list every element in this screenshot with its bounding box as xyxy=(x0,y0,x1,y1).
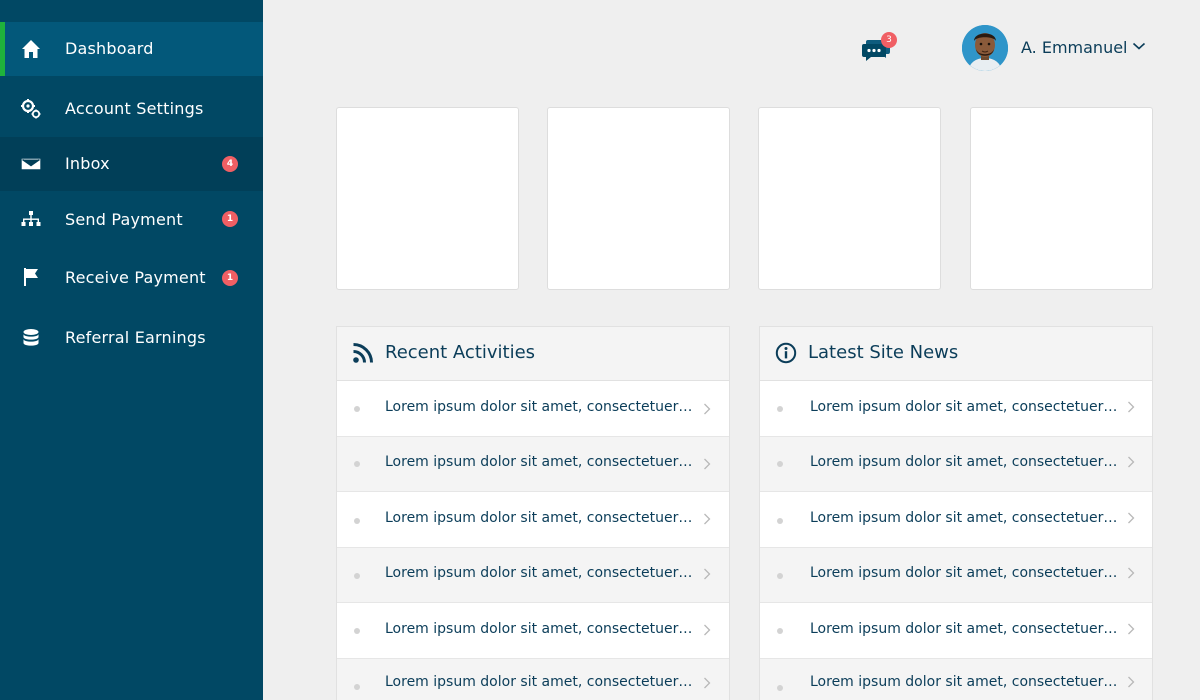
list-item[interactable]: Lorem ipsum dolor sit amet, consectetuer… xyxy=(760,548,1152,603)
chevron-right-icon xyxy=(704,513,711,525)
chevron-right-icon xyxy=(704,403,711,415)
messages-button[interactable]: 3 xyxy=(862,32,897,64)
list-item[interactable]: Lorem ipsum dolor sit amet, consectetuer… xyxy=(760,437,1152,492)
bullet xyxy=(354,406,360,412)
bullet xyxy=(777,518,783,524)
stat-card xyxy=(970,107,1153,290)
list-item[interactable]: Lorem ipsum dolor sit amet, consectetuer… xyxy=(760,659,1152,700)
sidebar-item-send-payment[interactable]: Send Payment 1 xyxy=(0,192,263,247)
bullet xyxy=(777,685,783,691)
list-item-text: Lorem ipsum dolor sit amet, consectetuer… xyxy=(385,621,695,637)
list-item-text: Lorem ipsum dolor sit amet, consectetuer… xyxy=(385,510,695,526)
list-item[interactable]: Lorem ipsum dolor sit amet, consectetuer… xyxy=(337,492,729,548)
recent-activities-panel: Recent Activities Lorem ipsum dolor sit … xyxy=(336,326,730,700)
list-item[interactable]: Lorem ipsum dolor sit amet, consectetuer… xyxy=(337,381,729,437)
sidebar-item-inbox[interactable]: Inbox 4 xyxy=(0,137,263,191)
stat-card xyxy=(758,107,941,290)
bullet xyxy=(777,573,783,579)
list-item[interactable]: Lorem ipsum dolor sit amet, consectetuer… xyxy=(760,603,1152,659)
sidebar-item-label: Dashboard xyxy=(65,39,154,58)
messages-count-badge: 3 xyxy=(881,32,897,48)
sidebar-item-label: Referral Earnings xyxy=(65,328,206,347)
list-item-text: Lorem ipsum dolor sit amet, consectetuer… xyxy=(810,565,1120,581)
sidebar-item-account-settings[interactable]: Account Settings xyxy=(0,82,263,136)
list-item-text: Lorem ipsum dolor sit amet, consectetuer… xyxy=(810,510,1120,526)
sidebar-item-label: Inbox xyxy=(65,154,110,173)
rss-icon xyxy=(353,343,373,363)
inbox-count-badge: 4 xyxy=(222,156,238,172)
send-payment-count-badge: 1 xyxy=(222,211,238,227)
database-icon xyxy=(20,327,42,349)
chevron-right-icon xyxy=(704,458,711,470)
bullet xyxy=(777,628,783,634)
chevron-right-icon xyxy=(1128,623,1135,635)
gears-icon xyxy=(20,98,42,120)
bullet xyxy=(354,518,360,524)
list-item[interactable]: Lorem ipsum dolor sit amet, consectetuer… xyxy=(337,437,729,492)
sidebar-item-dashboard[interactable]: Dashboard xyxy=(0,22,263,76)
bullet xyxy=(354,684,360,690)
panel-header: Latest Site News xyxy=(760,327,1152,381)
list-item-text: Lorem ipsum dolor sit amet, consectetuer… xyxy=(385,399,695,415)
list-item[interactable]: Lorem ipsum dolor sit amet, consectetuer… xyxy=(760,381,1152,437)
chevron-right-icon xyxy=(1128,401,1135,413)
list-item[interactable]: Lorem ipsum dolor sit amet, consectetuer… xyxy=(337,659,729,700)
envelope-icon xyxy=(20,153,42,175)
receive-payment-count-badge: 1 xyxy=(222,270,238,286)
bullet xyxy=(777,461,783,467)
sidebar: Dashboard Account Settings Inbox 4 Send … xyxy=(0,0,263,700)
flag-icon xyxy=(20,266,42,288)
sidebar-item-label: Send Payment xyxy=(65,210,183,229)
list-item-text: Lorem ipsum dolor sit amet, consectetuer… xyxy=(385,565,695,581)
sitemap-icon xyxy=(20,208,42,230)
stat-card xyxy=(547,107,730,290)
bullet xyxy=(354,628,360,634)
list-item-text: Lorem ipsum dolor sit amet, consectetuer… xyxy=(385,674,695,690)
list-item-text: Lorem ipsum dolor sit amet, consectetuer… xyxy=(810,399,1120,415)
list-item-text: Lorem ipsum dolor sit amet, consectetuer… xyxy=(810,454,1120,470)
sidebar-item-referral-earnings[interactable]: Referral Earnings xyxy=(0,310,263,365)
chevron-down-icon xyxy=(1132,42,1146,50)
user-menu[interactable]: A. Emmanuel xyxy=(962,25,1162,71)
chevron-right-icon xyxy=(1128,676,1135,688)
list-item-text: Lorem ipsum dolor sit amet, consectetuer… xyxy=(810,621,1120,637)
panel-title: Recent Activities xyxy=(385,342,536,363)
chevron-right-icon xyxy=(704,568,711,580)
chevron-right-icon xyxy=(704,677,711,689)
list-item-text: Lorem ipsum dolor sit amet, consectetuer… xyxy=(385,454,695,470)
info-circle-icon xyxy=(775,342,797,364)
sidebar-item-label: Account Settings xyxy=(65,99,204,118)
chevron-right-icon xyxy=(1128,567,1135,579)
panel-title: Latest Site News xyxy=(808,342,959,363)
bullet xyxy=(354,461,360,467)
user-name: A. Emmanuel xyxy=(1021,38,1128,57)
chevron-right-icon xyxy=(1128,512,1135,524)
bullet xyxy=(777,406,783,412)
sidebar-item-receive-payment[interactable]: Receive Payment 1 xyxy=(0,250,263,305)
avatar xyxy=(962,25,1008,71)
list-item[interactable]: Lorem ipsum dolor sit amet, consectetuer… xyxy=(337,603,729,659)
list-item[interactable]: Lorem ipsum dolor sit amet, consectetuer… xyxy=(760,492,1152,548)
bullet xyxy=(354,573,360,579)
list-item[interactable]: Lorem ipsum dolor sit amet, consectetuer… xyxy=(337,548,729,603)
chevron-right-icon xyxy=(1128,456,1135,468)
stat-card xyxy=(336,107,519,290)
chevron-right-icon xyxy=(704,624,711,636)
list-item-text: Lorem ipsum dolor sit amet, consectetuer… xyxy=(810,674,1120,690)
sidebar-item-label: Receive Payment xyxy=(65,268,206,287)
home-icon xyxy=(20,38,42,60)
panel-header: Recent Activities xyxy=(337,327,729,381)
latest-site-news-panel: Latest Site News Lorem ipsum dolor sit a… xyxy=(759,326,1153,700)
